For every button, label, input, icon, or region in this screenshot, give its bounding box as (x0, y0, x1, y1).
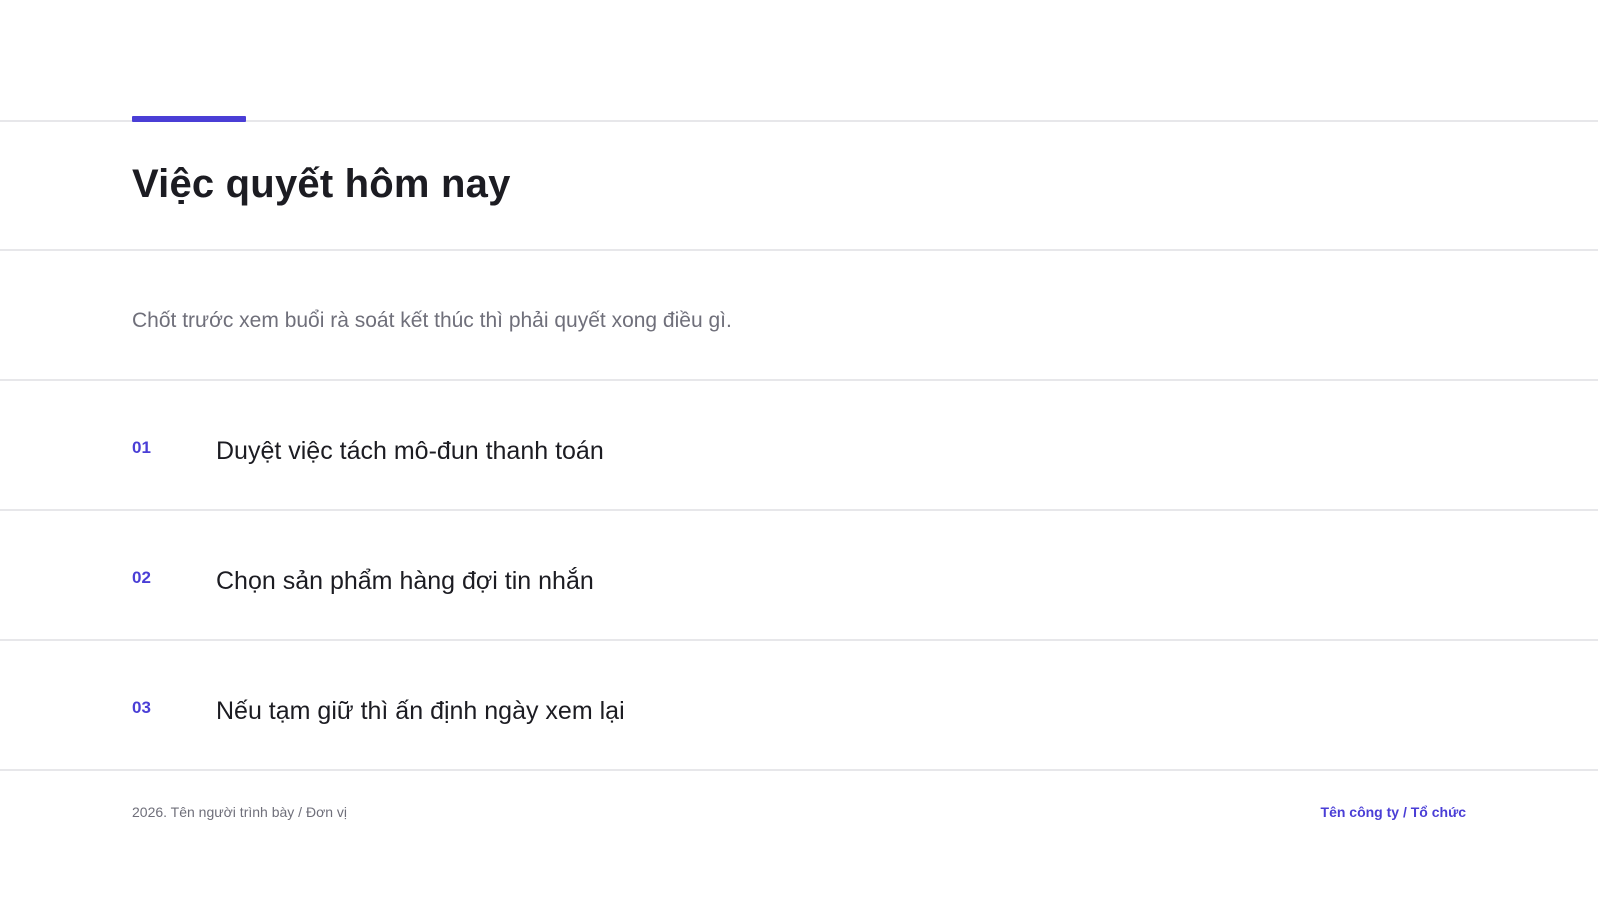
item-number: 02 (132, 568, 151, 587)
item-text: Nếu tạm giữ thì ấn định ngày xem lại (216, 697, 625, 725)
slide-title: Việc quyết hôm nay (132, 162, 511, 206)
slide: Việc quyết hôm nay Chốt trước xem buổi r… (0, 0, 1598, 900)
list-item: 01 Duyệt việc tách mô-đun thanh toán (0, 380, 1598, 508)
slide-subtitle: Chốt trước xem buổi rà soát kết thúc thì… (132, 309, 732, 332)
list-item: 03 Nếu tạm giữ thì ấn định ngày xem lại (0, 640, 1598, 768)
item-text: Chọn sản phẩm hàng đợi tin nhắn (216, 567, 594, 595)
footer-organization: Tên công ty / Tổ chức (1320, 804, 1466, 820)
item-number: 03 (132, 698, 151, 717)
item-text: Duyệt việc tách mô-đun thanh toán (216, 437, 604, 465)
title-divider (0, 249, 1598, 251)
title-accent-bar (132, 116, 246, 122)
footer-presenter: 2026. Tên người trình bày / Đơn vị (132, 804, 348, 820)
list-item: 02 Chọn sản phẩm hàng đợi tin nhắn (0, 510, 1598, 638)
footer-divider (0, 769, 1598, 771)
item-number: 01 (132, 438, 151, 457)
